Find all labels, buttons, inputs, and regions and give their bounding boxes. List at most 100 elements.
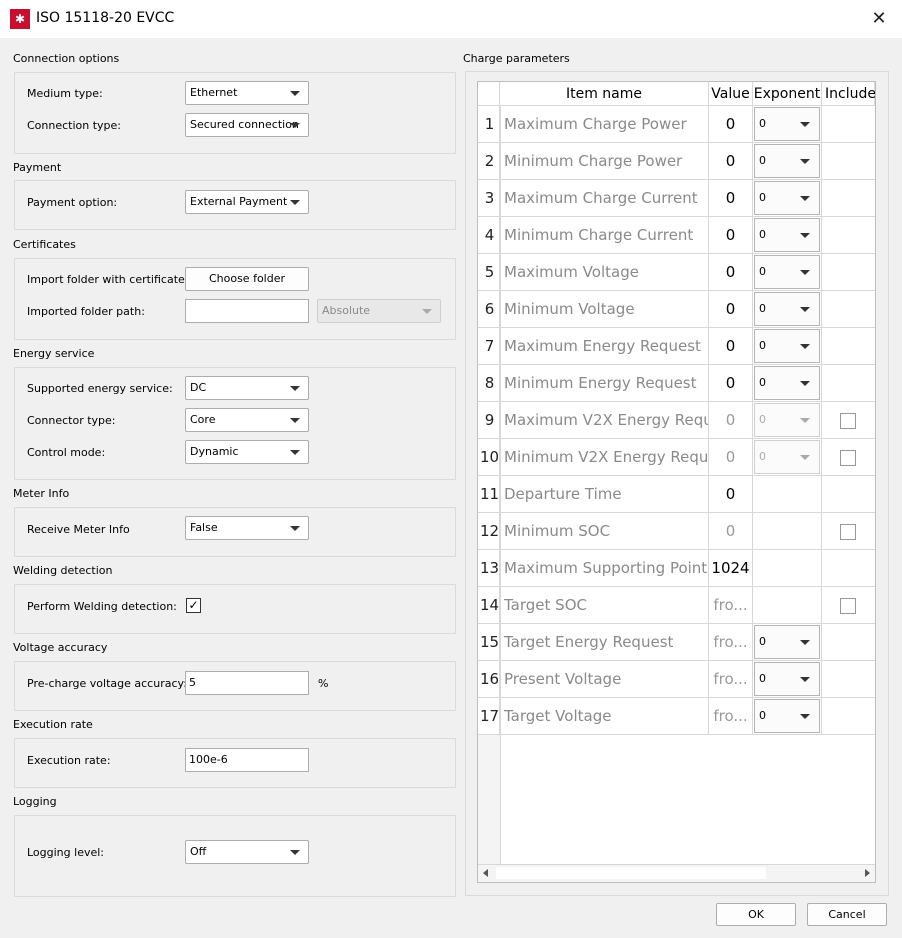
- section-title-connection: Connection options: [13, 52, 120, 65]
- exponent-cell: 0: [753, 661, 822, 698]
- chevron-down-icon: [800, 122, 810, 127]
- exponent-select[interactable]: 0: [754, 366, 820, 400]
- exponent-select[interactable]: 0: [754, 181, 820, 215]
- exponent-select[interactable]: 0: [754, 625, 820, 659]
- perform-welding-label: Perform Welding detection:: [27, 600, 177, 613]
- exponent-value: 0: [759, 117, 766, 130]
- exponent-select[interactable]: 0: [754, 255, 820, 289]
- include-checkbox[interactable]: [840, 450, 856, 466]
- chevron-down-icon: [290, 450, 300, 455]
- column-header-value[interactable]: Value: [709, 82, 753, 106]
- scroll-right-icon[interactable]: [865, 869, 870, 877]
- scrollbar-thumb[interactable]: [496, 867, 766, 879]
- receive-meter-select[interactable]: False: [185, 516, 309, 540]
- value-cell[interactable]: 0: [709, 254, 753, 291]
- value-cell[interactable]: 0: [709, 513, 753, 550]
- chevron-down-icon: [290, 200, 300, 205]
- section-title-energy: Energy service: [13, 347, 95, 360]
- value-cell[interactable]: fro...: [709, 624, 753, 661]
- row-number: 17: [478, 698, 500, 735]
- exponent-select[interactable]: 0: [754, 403, 820, 437]
- payment-option-select[interactable]: External Payment: [185, 190, 309, 214]
- value-cell[interactable]: 0: [709, 328, 753, 365]
- exponent-value: 0: [759, 191, 766, 204]
- section-title-execution: Execution rate: [13, 718, 93, 731]
- connection-type-select[interactable]: Secured connection: [185, 113, 309, 137]
- choose-folder-button[interactable]: Choose folder: [185, 267, 309, 291]
- item-name-cell: Target Voltage: [500, 698, 709, 735]
- row-number: 11: [478, 476, 500, 513]
- value-cell[interactable]: fro...: [709, 587, 753, 624]
- imported-path-input[interactable]: [185, 299, 309, 323]
- column-header-include[interactable]: Include: [822, 82, 875, 106]
- column-header-name[interactable]: Item name: [500, 82, 709, 106]
- path-mode-select[interactable]: Absolute: [317, 299, 441, 323]
- exponent-cell: 0: [753, 143, 822, 180]
- exponent-value: 0: [759, 672, 766, 685]
- chevron-down-icon: [800, 714, 810, 719]
- value-cell[interactable]: fro...: [709, 698, 753, 735]
- voltage-accuracy-input[interactable]: 5: [185, 671, 309, 695]
- item-name-cell: Minimum Voltage: [500, 291, 709, 328]
- include-checkbox[interactable]: [840, 524, 856, 540]
- exponent-select[interactable]: 0: [754, 440, 820, 474]
- include-checkbox[interactable]: [840, 413, 856, 429]
- include-cell: [822, 291, 875, 328]
- section-title-welding: Welding detection: [13, 564, 113, 577]
- item-name-cell: Maximum Energy Request: [500, 328, 709, 365]
- exponent-select[interactable]: 0: [754, 292, 820, 326]
- close-button[interactable]: ✕: [866, 6, 892, 32]
- cancel-button[interactable]: Cancel: [807, 903, 887, 926]
- control-mode-select[interactable]: Dynamic: [185, 440, 309, 464]
- exponent-cell: 0: [753, 217, 822, 254]
- logging-level-select[interactable]: Off: [185, 840, 309, 864]
- row-number: 7: [478, 328, 500, 365]
- exponent-select[interactable]: 0: [754, 699, 820, 733]
- chevron-down-icon: [800, 677, 810, 682]
- row-number: 8: [478, 365, 500, 402]
- value-cell[interactable]: 0: [709, 217, 753, 254]
- include-checkbox[interactable]: [840, 598, 856, 614]
- exponent-cell: [753, 513, 822, 550]
- horizontal-scrollbar[interactable]: [478, 864, 875, 882]
- exponent-select[interactable]: 0: [754, 107, 820, 141]
- item-name-cell: Minimum Charge Current: [500, 217, 709, 254]
- value-cell[interactable]: 0: [709, 180, 753, 217]
- exponent-select[interactable]: 0: [754, 144, 820, 178]
- scroll-left-icon[interactable]: [483, 869, 488, 877]
- value-cell[interactable]: 0: [709, 291, 753, 328]
- value-cell[interactable]: 0: [709, 439, 753, 476]
- exponent-cell: 0: [753, 402, 822, 439]
- value-cell[interactable]: 0: [709, 402, 753, 439]
- energy-service-select[interactable]: DC: [185, 376, 309, 400]
- voltage-accuracy-label: Pre-charge voltage accuracy:: [27, 677, 187, 690]
- value-cell[interactable]: 0: [709, 143, 753, 180]
- include-cell: [822, 254, 875, 291]
- chevron-down-icon: [800, 418, 810, 423]
- section-title-charge: Charge parameters: [463, 52, 570, 65]
- charge-parameters-table: Item name Value Exponent Include 1 Maximu…: [477, 81, 876, 883]
- exponent-select[interactable]: 0: [754, 329, 820, 363]
- value-cell[interactable]: 0: [709, 365, 753, 402]
- value-cell[interactable]: 1024: [709, 550, 753, 587]
- receive-meter-label: Receive Meter Info: [27, 523, 130, 536]
- exponent-cell: 0: [753, 439, 822, 476]
- medium-type-select[interactable]: Ethernet: [185, 81, 309, 105]
- ok-button[interactable]: OK: [716, 903, 796, 926]
- chevron-down-icon: [290, 526, 300, 531]
- exponent-select[interactable]: 0: [754, 662, 820, 696]
- include-cell: [822, 624, 875, 661]
- exponent-cell: [753, 550, 822, 587]
- value-cell[interactable]: 0: [709, 476, 753, 513]
- execution-rate-input[interactable]: 100e-6: [185, 748, 309, 772]
- connector-type-select[interactable]: Core: [185, 408, 309, 432]
- value-cell[interactable]: 0: [709, 106, 753, 143]
- column-header-exponent[interactable]: Exponent: [753, 82, 822, 106]
- item-name-cell: Maximum Voltage: [500, 254, 709, 291]
- energy-service-value: DC: [190, 381, 207, 394]
- close-icon: ✕: [871, 8, 887, 29]
- exponent-select[interactable]: 0: [754, 218, 820, 252]
- value-cell[interactable]: fro...: [709, 661, 753, 698]
- perform-welding-checkbox[interactable]: ✓: [186, 598, 201, 613]
- exponent-cell: 0: [753, 254, 822, 291]
